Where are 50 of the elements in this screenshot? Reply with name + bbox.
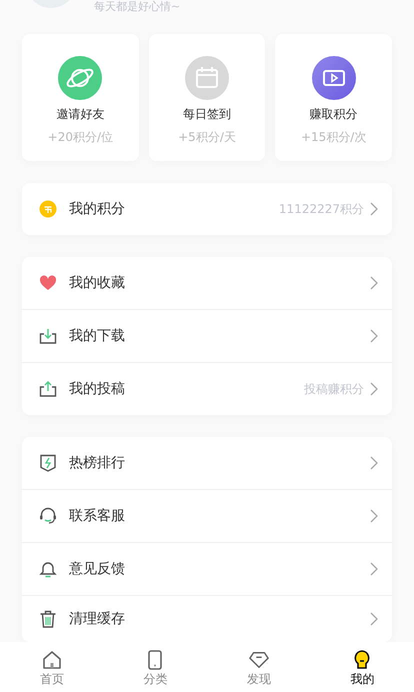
menu-item[interactable]: 我的积分 11122227积分 [22, 183, 392, 235]
menu-value: 投稿赚积分 [304, 380, 364, 398]
chevron-icon [370, 382, 378, 396]
action-title: 赚取积分 [310, 106, 358, 123]
chevron-icon [370, 202, 378, 216]
action-card[interactable]: 邀请好友 +20积分/位 [22, 34, 139, 161]
chevron-icon [370, 329, 378, 343]
chevron-icon [370, 456, 378, 470]
tab-item[interactable]: 首页 [0, 642, 104, 692]
action-reward: +15积分/次 [300, 129, 366, 146]
shield-icon [39, 454, 57, 472]
menu-label: 我的投稿 [69, 380, 126, 398]
action-card[interactable]: 赚取积分 +15积分/次 [275, 34, 392, 161]
chevron-icon [370, 612, 378, 626]
chevron-icon [370, 276, 378, 290]
tab-item[interactable]: 分类 [104, 642, 207, 692]
menu-label: 清理缓存 [69, 610, 126, 628]
upload-icon [39, 380, 57, 398]
menu-value: 11122227积分 [278, 200, 364, 218]
menu-label: 意见反馈 [69, 560, 126, 578]
chevron-icon [370, 562, 378, 576]
menu-item[interactable]: 我的下载 [22, 309, 392, 362]
menu-item[interactable]: 意见反馈 [22, 542, 392, 595]
headset-icon [39, 507, 57, 525]
coin-icon [39, 200, 57, 218]
menu-item[interactable]: 我的收藏 [22, 257, 392, 309]
menu-label: 热榜排行 [69, 454, 126, 472]
menu-label: 我的积分 [69, 200, 126, 218]
chevron-icon [370, 509, 378, 523]
trash-icon [39, 610, 57, 628]
tab-item[interactable]: 我的 [310, 642, 414, 692]
heart-icon [39, 274, 57, 292]
download-icon [39, 327, 57, 345]
menu-label: 我的下载 [69, 327, 126, 345]
calendar-icon [184, 56, 229, 100]
action-title: 每日签到 [182, 106, 231, 123]
menu-item[interactable]: 热榜排行 [22, 437, 392, 489]
menu-label: 联系客服 [69, 507, 126, 525]
profile-motto: 每天都是好心情~ [94, 1, 180, 13]
menu-item[interactable]: 联系客服 [22, 489, 392, 542]
video-icon [312, 56, 356, 100]
planet-icon [58, 56, 102, 100]
tab-item[interactable]: 发现 [207, 642, 310, 692]
action-reward: +20积分/位 [48, 129, 114, 146]
menu-label: 我的收藏 [69, 274, 126, 292]
action-title: 邀请好友 [56, 106, 104, 123]
action-reward: +5积分/天 [178, 129, 236, 146]
bell-icon [39, 560, 57, 578]
menu-item[interactable]: 我的投稿 投稿赚积分 [22, 362, 392, 415]
action-card[interactable]: 每日签到 +5积分/天 [148, 34, 266, 161]
